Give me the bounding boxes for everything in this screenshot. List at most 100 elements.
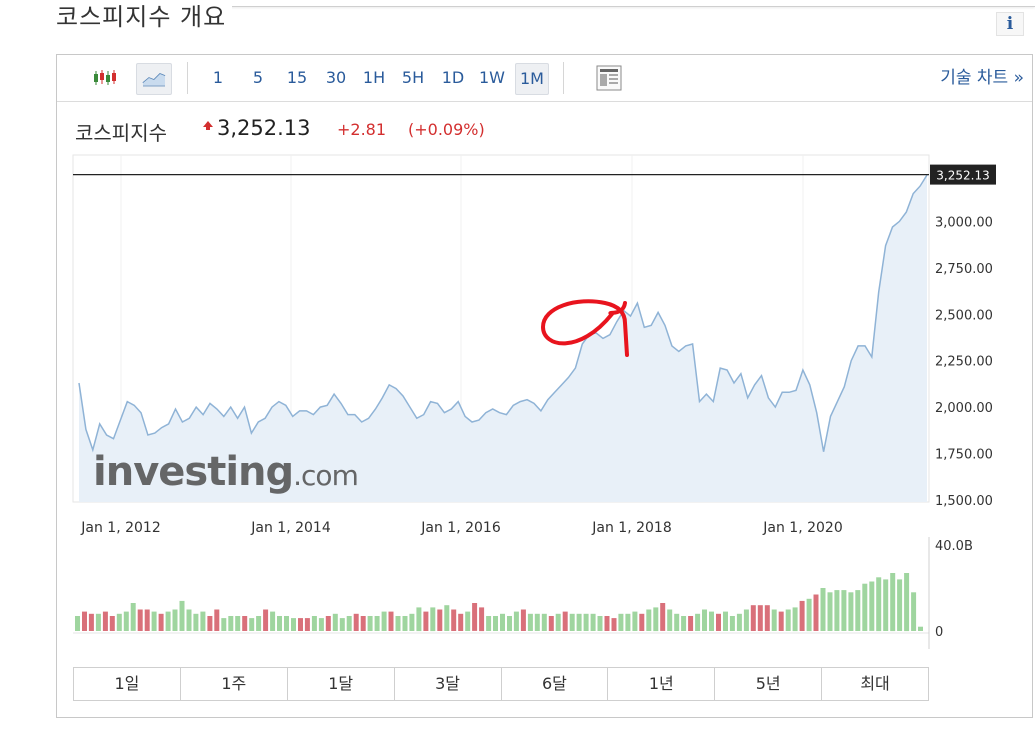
volume-bar [409, 613, 415, 631]
volume-bar [695, 613, 701, 631]
volume-bar [256, 616, 262, 631]
volume-bar [813, 594, 819, 631]
volume-bar [723, 611, 728, 631]
volume-bar [702, 609, 707, 631]
volume-bar [632, 611, 638, 631]
x-tick-label: Jan 1, 2016 [420, 520, 501, 536]
volume-bar [855, 590, 861, 631]
volume-bar [465, 611, 471, 631]
price-chart[interactable]: investing.com3,252.131,500.001,750.002,0… [57, 55, 1032, 655]
range-button-7[interactable]: 최대 [822, 668, 928, 700]
volume-bar [660, 603, 666, 631]
volume-bar [500, 613, 505, 631]
y-tick-label: 2,750.00 [935, 262, 993, 277]
volume-bar [304, 618, 310, 631]
volume-bar [291, 618, 296, 631]
volume-bar [284, 616, 289, 631]
volume-bar [562, 611, 568, 631]
volume-bar [311, 616, 317, 631]
volume-bar [298, 618, 303, 631]
volume-bar [151, 611, 157, 631]
volume-bar [179, 600, 185, 631]
volume-bar [576, 613, 582, 631]
volume-bar [402, 616, 408, 631]
volume-bar [507, 616, 512, 631]
volume-bar [729, 616, 735, 631]
volume-bar [785, 609, 791, 631]
volume-bar [764, 605, 770, 631]
volume-bar [458, 613, 464, 631]
volume-bar [144, 609, 150, 631]
volume-bar [228, 616, 234, 631]
volume-bar [743, 609, 749, 631]
last-price-label: 3,252.13 [936, 169, 989, 183]
volume-bar [430, 607, 436, 632]
volume-bar [95, 613, 101, 631]
volume-bar [102, 611, 108, 631]
volume-bar [681, 616, 687, 631]
volume-bar [221, 618, 227, 631]
volume-bar [604, 616, 610, 631]
volume-bar [137, 609, 143, 631]
volume-bar [820, 588, 826, 631]
range-button-6[interactable]: 5년 [715, 668, 823, 700]
y-tick-label: 1,500.00 [935, 494, 993, 509]
volume-bar [437, 609, 443, 631]
volume-bar [123, 611, 129, 631]
volume-bar [625, 613, 631, 631]
range-selector: 1일 1주 1달 3달 6달 1년 5년 최대 [73, 667, 929, 701]
range-button-1[interactable]: 1주 [181, 668, 288, 700]
range-button-5[interactable]: 1년 [608, 668, 716, 700]
range-button-3[interactable]: 3달 [395, 668, 502, 700]
volume-bar [353, 613, 359, 631]
volume-bar [771, 609, 777, 631]
volume-bar [486, 616, 492, 631]
volume-bar [806, 598, 812, 632]
volume-bar [611, 618, 617, 631]
volume-bar [130, 603, 136, 631]
volume-bar [736, 613, 742, 631]
range-button-2[interactable]: 1달 [288, 668, 395, 700]
volume-bar [597, 616, 603, 631]
volume-bar [674, 613, 680, 631]
volume-bar [395, 616, 401, 631]
volume-bar [841, 590, 847, 631]
volume-bar [646, 609, 652, 631]
volume-bar [360, 616, 366, 631]
volume-bar [834, 590, 840, 631]
volume-bar [165, 611, 171, 631]
range-button-0[interactable]: 1일 [74, 668, 181, 700]
x-tick-label: Jan 1, 2018 [591, 520, 671, 536]
volume-bar [750, 605, 756, 631]
volume-bar [890, 573, 896, 632]
x-tick-label: Jan 1, 2020 [762, 520, 842, 536]
volume-bar [374, 616, 380, 631]
volume-bar [653, 607, 659, 632]
volume-bar [346, 616, 352, 631]
volume-bar [541, 613, 547, 631]
volume-bar [716, 613, 721, 631]
volume-bar [423, 611, 429, 631]
chart-widget: 1 5 15 30 1H 5H 1D 1W 1M 기술 차트 » 코스피지수 3,252.13 … [56, 54, 1033, 718]
volume-bar [451, 609, 457, 631]
volume-bar [897, 579, 903, 631]
volume-bar [618, 613, 624, 631]
x-tick-label: Jan 1, 2014 [250, 520, 331, 536]
volume-bar [869, 581, 875, 631]
volume-bar [109, 616, 115, 631]
volume-bar [75, 616, 80, 631]
volume-bar [493, 616, 498, 631]
volume-bar [479, 607, 485, 632]
volume-bar [555, 613, 561, 631]
range-button-4[interactable]: 6달 [502, 668, 609, 700]
volume-bar [193, 613, 199, 631]
y-tick-label: 2,250.00 [935, 355, 993, 370]
volume-bar [242, 616, 248, 631]
volume-bar [88, 613, 94, 631]
volume-zero-label: 0 [935, 625, 943, 640]
volume-bar [444, 605, 450, 631]
info-icon[interactable]: i [996, 12, 1024, 36]
volume-bar [583, 613, 589, 631]
y-tick-label: 2,000.00 [935, 401, 993, 416]
y-tick-label: 2,500.00 [935, 308, 993, 323]
